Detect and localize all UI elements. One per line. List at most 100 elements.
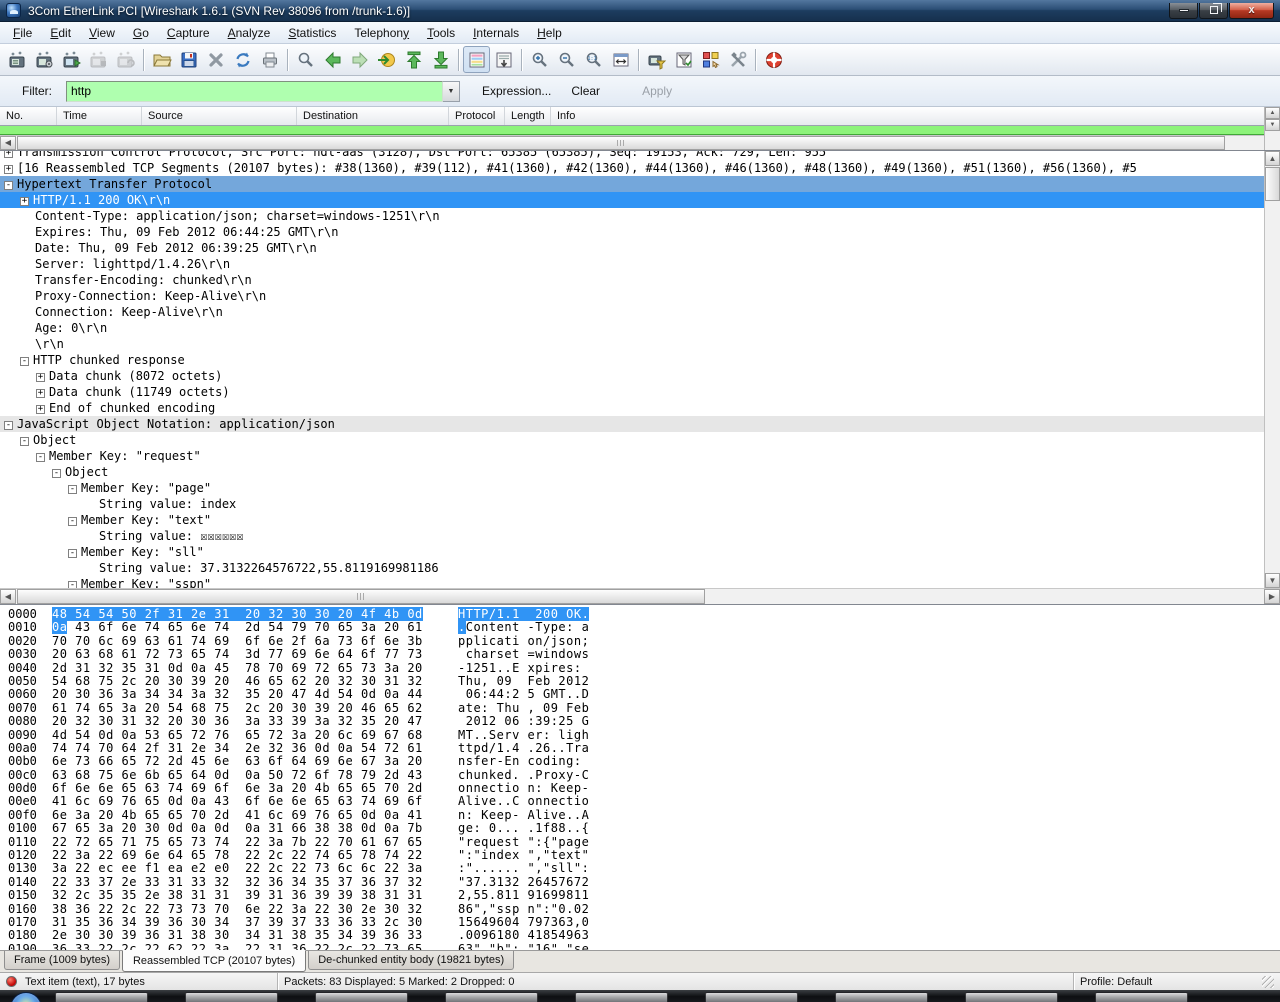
tab-reassembled[interactable]: Reassembled TCP (20107 bytes): [122, 950, 306, 972]
scroll-thumb[interactable]: [1265, 167, 1280, 201]
zoom-out-button[interactable]: [553, 46, 580, 73]
taskbar-button[interactable]: [445, 992, 538, 1002]
go-back-button[interactable]: [319, 46, 346, 73]
tree-row[interactable]: -Member Key: "sspn": [0, 576, 1264, 588]
column-header-time[interactable]: Time: [57, 107, 142, 125]
hex-row[interactable]: 00100a 43 6f 6e 74 65 6e 74 2d 54 79 70 …: [0, 621, 1280, 634]
hex-row[interactable]: 002070 70 6c 69 63 61 74 69 6f 6e 2f 6a …: [0, 635, 1280, 648]
go-forward-button[interactable]: [346, 46, 373, 73]
filter-dropdown-button[interactable]: ▼: [443, 81, 460, 102]
column-header-protocol[interactable]: Protocol: [449, 107, 505, 125]
hex-ascii[interactable]: ttpd/1.4 .26..Tra: [458, 742, 589, 755]
taskbar-button[interactable]: [965, 992, 1058, 1002]
tree-row[interactable]: +[16 Reassembled TCP Segments (20107 byt…: [0, 160, 1264, 176]
scroll-right-icon[interactable]: ▶: [1264, 589, 1280, 604]
hex-ascii[interactable]: Thu, 09 Feb 2012: [458, 675, 589, 688]
expression-button[interactable]: Expression...: [472, 80, 561, 102]
menu-file[interactable]: File: [4, 22, 41, 44]
hex-row[interactable]: 015032 2c 35 35 2e 38 31 31 39 31 36 39 …: [0, 889, 1280, 902]
scroll-left-icon[interactable]: ◀: [0, 589, 16, 604]
scroll-left-icon[interactable]: ◀: [0, 136, 16, 150]
hex-ascii[interactable]: ":"index ","text": [458, 849, 589, 862]
hex-ascii[interactable]: 2,55.811 91699811: [458, 889, 589, 902]
capture-filters-button[interactable]: [643, 46, 670, 73]
menu-capture[interactable]: Capture: [158, 22, 219, 44]
expand-icon[interactable]: +: [36, 389, 45, 398]
tree-row[interactable]: +Data chunk (8072 octets): [0, 368, 1264, 384]
hex-ascii[interactable]: onnectio n: Keep-: [458, 782, 589, 795]
hex-bytes[interactable]: 20 32 30 31 32 20 30 36 3a 33 39 3a 32 3…: [52, 715, 423, 728]
hex-row[interactable]: 017031 35 36 34 39 36 30 34 37 39 37 33 …: [0, 916, 1280, 929]
preferences-button[interactable]: [724, 46, 751, 73]
hex-ascii[interactable]: "request ":{"page: [458, 836, 589, 849]
tab-de-chunked[interactable]: De-chunked entity body (19821 bytes): [308, 951, 514, 970]
tree-row[interactable]: +HTTP/1.1 200 OK\r\n: [0, 192, 1264, 208]
column-header-length[interactable]: Length: [505, 107, 551, 125]
menu-view[interactable]: View: [80, 22, 124, 44]
hex-row[interactable]: 00c063 68 75 6e 6b 65 64 0d 0a 50 72 6f …: [0, 769, 1280, 782]
hex-row[interactable]: 00b06e 73 66 65 72 2d 45 6e 63 6f 64 69 …: [0, 755, 1280, 768]
hex-row[interactable]: 005054 68 75 2c 20 30 39 20 46 65 62 20 …: [0, 675, 1280, 688]
hex-bytes[interactable]: 36 33 22 2c 22 62 22 3a 22 31 36 22 2c 2…: [52, 943, 423, 950]
resize-grip[interactable]: [1262, 976, 1274, 988]
hex-bytes[interactable]: 6e 3a 20 4b 65 65 70 2d 41 6c 69 76 65 0…: [52, 809, 423, 822]
collapse-icon[interactable]: -: [52, 469, 61, 478]
display-filters-button[interactable]: [670, 46, 697, 73]
hex-bytes[interactable]: 6f 6e 6e 65 63 74 69 6f 6e 3a 20 4b 65 6…: [52, 782, 423, 795]
menu-statistics[interactable]: Statistics: [279, 22, 345, 44]
hex-bytes[interactable]: 2d 31 32 35 31 0d 0a 45 78 70 69 72 65 7…: [52, 662, 423, 675]
hex-row[interactable]: 014022 33 37 2e 33 31 33 32 32 36 34 35 …: [0, 876, 1280, 889]
menu-help[interactable]: Help: [528, 22, 571, 44]
taskbar-button[interactable]: [575, 992, 668, 1002]
taskbar-button[interactable]: [55, 992, 148, 1002]
colorize-packets-button[interactable]: [463, 46, 490, 73]
tree-row[interactable]: -JavaScript Object Notation: application…: [0, 416, 1264, 432]
tree-row[interactable]: +End of chunked encoding: [0, 400, 1264, 416]
tree-row[interactable]: -Object: [0, 464, 1264, 480]
tree-row[interactable]: +Data chunk (11749 octets): [0, 384, 1264, 400]
column-header-info[interactable]: Info: [551, 107, 1280, 125]
hex-row[interactable]: 007061 74 65 3a 20 54 68 75 2c 20 30 39 …: [0, 702, 1280, 715]
tree-row[interactable]: \r\n: [0, 336, 1264, 352]
column-header-no[interactable]: No.: [0, 107, 57, 125]
hex-bytes[interactable]: 67 65 3a 20 30 0d 0a 0d 0a 31 66 38 38 0…: [52, 822, 423, 835]
start-orb[interactable]: [10, 992, 42, 1002]
scroll-down-icon[interactable]: ▼: [1265, 573, 1280, 588]
capture-options-button[interactable]: [31, 46, 58, 73]
collapse-icon[interactable]: -: [68, 549, 77, 558]
print-button[interactable]: [256, 46, 283, 73]
hex-bytes[interactable]: 2e 30 30 39 36 31 38 30 34 31 38 35 34 3…: [52, 929, 423, 942]
hex-bytes[interactable]: 4d 54 0d 0a 53 65 72 76 65 72 3a 20 6c 6…: [52, 729, 423, 742]
hex-ascii[interactable]: Alive..C onnectio: [458, 795, 589, 808]
tree-row[interactable]: Transfer-Encoding: chunked\r\n: [0, 272, 1264, 288]
hex-bytes[interactable]: 22 72 65 71 75 65 73 74 22 3a 7b 22 70 6…: [52, 836, 423, 849]
taskbar-button[interactable]: [315, 992, 408, 1002]
scroll-up-icon[interactable]: ▲: [1265, 151, 1280, 166]
menu-tools[interactable]: Tools: [418, 22, 464, 44]
details-vscrollbar[interactable]: ▲ ▼: [1264, 151, 1280, 588]
hex-ascii[interactable]: pplicati on/json;: [458, 635, 589, 648]
apply-button[interactable]: Apply: [632, 80, 682, 102]
tree-row[interactable]: -Member Key: "text": [0, 512, 1264, 528]
taskbar-button[interactable]: [1095, 992, 1188, 1002]
hex-ascii[interactable]: n: Keep- Alive..A: [458, 809, 589, 822]
menu-analyze[interactable]: Analyze: [219, 22, 280, 44]
taskbar-button[interactable]: [185, 992, 278, 1002]
hex-row[interactable]: 016038 36 22 2c 22 73 73 70 6e 22 3a 22 …: [0, 903, 1280, 916]
hex-bytes[interactable]: 74 74 70 64 2f 31 2e 34 2e 32 36 0d 0a 5…: [52, 742, 423, 755]
clear-button[interactable]: Clear: [561, 80, 610, 102]
tree-row[interactable]: String value: ☒☒☒☒☒☒: [0, 528, 1264, 544]
hex-bytes[interactable]: 3a 22 ec ee f1 ea e2 e0 22 2c 22 73 6c 6…: [52, 862, 423, 875]
expand-icon[interactable]: +: [36, 373, 45, 382]
scroll-up-icon[interactable]: ▲: [1265, 107, 1280, 119]
zoom-normal-button[interactable]: 1:1: [580, 46, 607, 73]
save-file-button[interactable]: [175, 46, 202, 73]
column-header-source[interactable]: Source: [142, 107, 297, 125]
scroll-thumb[interactable]: [17, 136, 1225, 150]
minimize-button[interactable]: [1169, 3, 1198, 19]
go-to-packet-button[interactable]: [373, 46, 400, 73]
hex-ascii[interactable]: .Content -Type: a: [458, 621, 589, 634]
hex-bytes[interactable]: 54 68 75 2c 20 30 39 20 46 65 62 20 32 3…: [52, 675, 423, 688]
hex-ascii[interactable]: chunked. .Proxy-C: [458, 769, 589, 782]
hex-bytes[interactable]: 6e 73 66 65 72 2d 45 6e 63 6f 64 69 6e 6…: [52, 755, 423, 768]
